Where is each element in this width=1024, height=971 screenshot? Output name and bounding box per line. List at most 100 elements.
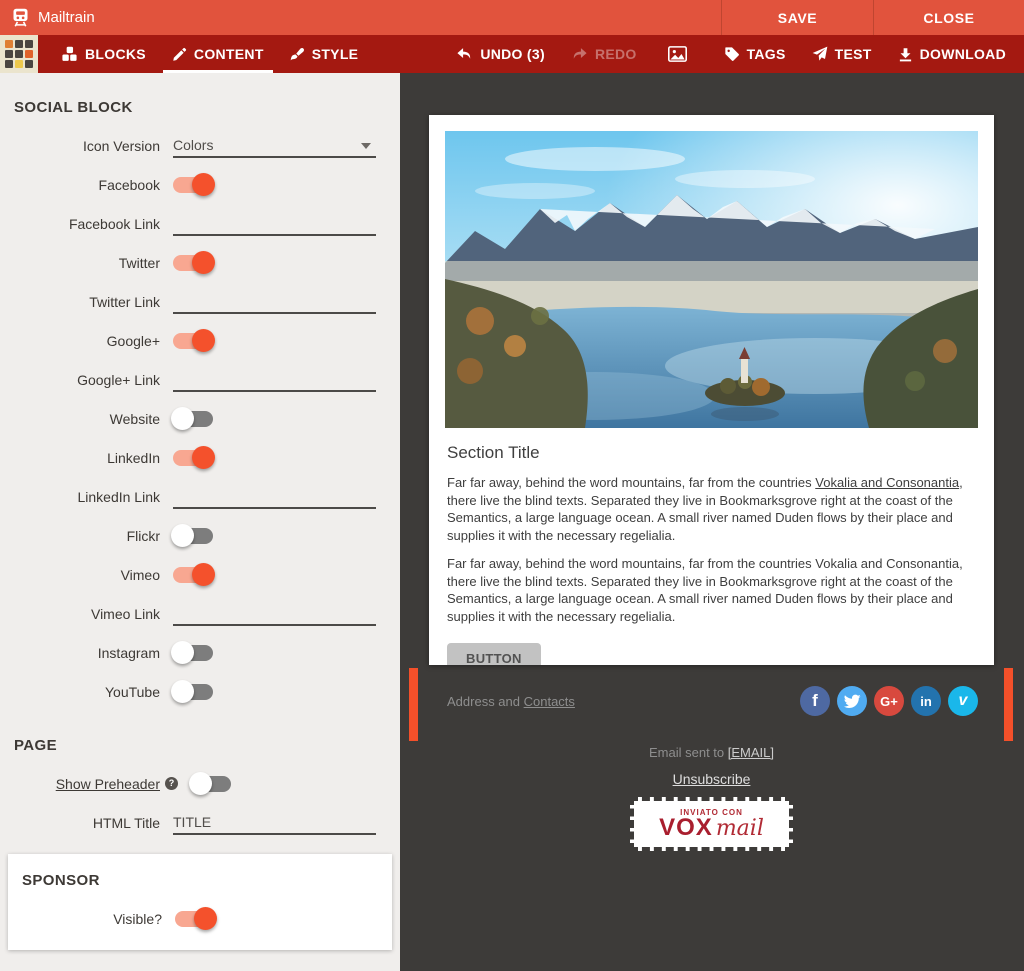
googleplus-icon[interactable]: G+: [874, 686, 904, 716]
visible-toggle[interactable]: [175, 911, 215, 927]
field-label-website: Website: [0, 411, 160, 427]
email-token-link[interactable]: [EMAIL]: [728, 745, 774, 760]
panel-row-linkedin-link: LinkedIn Link: [0, 477, 400, 516]
toggle-knob: [171, 524, 194, 547]
field-label-vimeo-link: Vimeo Link: [0, 606, 160, 622]
toggle-knob: [192, 173, 215, 196]
toggle-knob: [189, 772, 212, 795]
download-button[interactable]: DOWNLOAD: [885, 35, 1024, 73]
google-toggle[interactable]: [173, 333, 213, 349]
pencil-icon: [172, 47, 187, 62]
field-label-show-preheader[interactable]: Show Preheader: [0, 776, 160, 792]
undo-button[interactable]: UNDO (3): [443, 35, 558, 73]
control-website: [173, 411, 376, 427]
google-link-input[interactable]: [173, 368, 376, 392]
field-label-icon-version: Icon Version: [0, 138, 160, 154]
twitter-icon[interactable]: [837, 686, 867, 716]
facebook-toggle[interactable]: [173, 177, 213, 193]
app-title: Mailtrain: [38, 9, 95, 26]
control-instagram: [173, 645, 376, 661]
brush-icon: [290, 47, 305, 62]
control-facebook: [173, 177, 376, 193]
panel-row-vimeo: Vimeo: [0, 555, 400, 594]
paragraph-1[interactable]: Far far away, behind the word mountains,…: [447, 474, 976, 544]
twitter-link-input[interactable]: [173, 290, 376, 314]
facebook-icon[interactable]: f: [800, 686, 830, 716]
contacts-link[interactable]: Contacts: [524, 694, 575, 709]
tab-style[interactable]: STYLE: [277, 35, 372, 73]
vimeo-icon[interactable]: v: [948, 686, 978, 716]
control-visible: [175, 911, 378, 927]
control-facebook-link: [173, 212, 376, 236]
sent-to-line: Email sent to [EMAIL]: [429, 745, 994, 760]
facebook-link-input[interactable]: [173, 212, 376, 236]
twitter-toggle[interactable]: [173, 255, 213, 271]
unsubscribe-line: Unsubscribe: [429, 771, 994, 787]
unsubscribe-link[interactable]: Unsubscribe: [673, 771, 751, 787]
vimeo-toggle[interactable]: [173, 567, 213, 583]
undo-icon: [456, 47, 473, 62]
icon-version-select-value: Colors: [173, 137, 213, 153]
field-label-linkedin-link: LinkedIn Link: [0, 489, 160, 505]
panel-row-instagram: Instagram: [0, 633, 400, 672]
website-toggle[interactable]: [173, 411, 213, 427]
tab-blocks[interactable]: BLOCKS: [48, 35, 159, 73]
email-body-card: Section Title Far far away, behind the w…: [429, 115, 994, 665]
icon-version-select[interactable]: Colors: [173, 134, 376, 158]
control-show-preheader: [191, 776, 394, 792]
html-title-input[interactable]: TITLE: [173, 811, 376, 835]
section-title[interactable]: Section Title: [447, 443, 976, 463]
instagram-toggle[interactable]: [173, 645, 213, 661]
email-footer-block[interactable]: Address and Contacts f G+inv: [447, 686, 978, 716]
block-selection-handle-right[interactable]: [1004, 668, 1013, 741]
mailtrain-train-icon: [10, 7, 31, 28]
voxmail-sponsor-stamp[interactable]: INVIATO CON VOX mail: [630, 797, 793, 851]
control-twitter: [173, 255, 376, 271]
social-icons-row: f G+inv: [800, 686, 978, 716]
tags-button[interactable]: TAGS: [711, 35, 799, 73]
email-preview: Section Title Far far away, behind the w…: [400, 73, 1024, 971]
redo-label: REDO: [595, 46, 637, 62]
stamp-mail: mail: [716, 818, 764, 840]
voxmail-logo: VOX mail: [659, 817, 764, 840]
toggle-knob: [171, 680, 194, 703]
close-button[interactable]: CLOSE: [873, 0, 1024, 35]
hero-image[interactable]: [445, 131, 978, 428]
panel-row-youtube: YouTube: [0, 672, 400, 711]
linkedin-link-input[interactable]: [173, 485, 376, 509]
toggle-knob: [192, 563, 215, 586]
help-icon[interactable]: ?: [165, 777, 178, 790]
control-vimeo-link: [173, 602, 376, 626]
save-button[interactable]: SAVE: [721, 0, 873, 35]
redo-button[interactable]: REDO: [558, 35, 650, 73]
section-title-sponsor: SPONSOR: [22, 872, 392, 889]
panel-row-flickr: Flickr: [0, 516, 400, 555]
undo-label: UNDO (3): [480, 46, 545, 62]
flickr-toggle[interactable]: [173, 528, 213, 544]
panel-row-icon-version: Icon Version Colors: [0, 126, 400, 165]
youtube-toggle[interactable]: [173, 684, 213, 700]
show-preheader-toggle[interactable]: [191, 776, 231, 792]
block-selection-handle-left[interactable]: [409, 668, 418, 741]
linkedin-toggle[interactable]: [173, 450, 213, 466]
tab-content[interactable]: CONTENT: [159, 35, 277, 73]
vimeo-link-input[interactable]: [173, 602, 376, 626]
gallery-icon[interactable]: [656, 35, 699, 73]
field-label-facebook: Facebook: [0, 177, 160, 193]
control-linkedin-link: [173, 485, 376, 509]
email-cta-button[interactable]: BUTTON: [447, 643, 541, 665]
linkedin-icon[interactable]: in: [911, 686, 941, 716]
panel-row-facebook: Facebook: [0, 165, 400, 204]
paragraph-2[interactable]: Far far away, behind the word mountains,…: [447, 555, 976, 625]
address-text: Address and Contacts: [447, 694, 575, 709]
test-button[interactable]: TEST: [799, 35, 885, 73]
toggle-knob: [192, 251, 215, 274]
p1-link[interactable]: Vokalia and Consonantia: [815, 475, 959, 490]
control-icon-version: Colors: [173, 134, 376, 158]
toggle-knob: [192, 329, 215, 352]
field-label-google-link: Google+ Link: [0, 372, 160, 388]
tags-label: TAGS: [747, 46, 786, 62]
field-label-google: Google+: [0, 333, 160, 349]
panel-row-show-preheader: Show Preheader?: [0, 764, 400, 803]
sponsor-section-card: SPONSORVisible?: [8, 854, 392, 950]
